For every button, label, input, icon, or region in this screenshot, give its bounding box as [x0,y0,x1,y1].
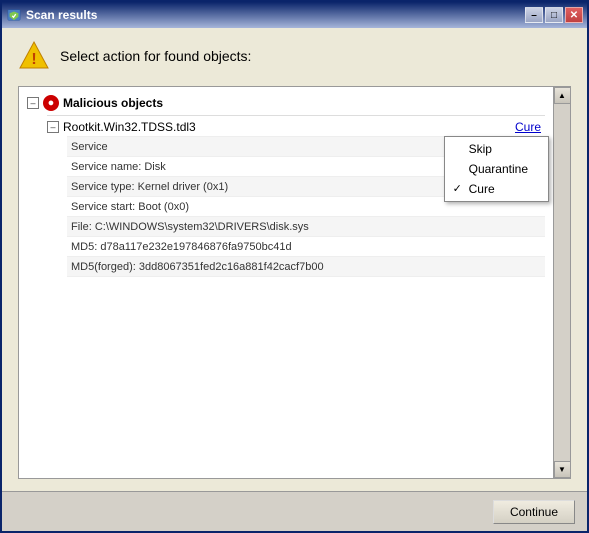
scroll-down-button[interactable]: ▼ [554,461,571,478]
maximize-button[interactable]: □ [545,7,563,23]
context-menu: Skip Quarantine Cure [444,136,549,202]
scroll-up-button[interactable]: ▲ [554,87,571,104]
header-row: ! Select action for found objects: [18,40,571,72]
content-area: ! Select action for found objects: – ● M… [2,28,587,491]
prop-label-md5-forged: MD5(forged): 3dd8067351fed2c16a881f42cac… [71,261,324,273]
window-title: Scan results [26,8,521,22]
scrollbar: ▲ ▼ [553,87,570,478]
section-label-malicious: Malicious objects [63,96,163,110]
threat-item: – Rootkit.Win32.TDSS.tdl3 Cure Skip Quar… [47,115,545,279]
prop-label-service: Service [71,141,131,153]
warning-icon: ! [18,40,50,72]
minimize-button[interactable]: – [525,7,543,23]
cure-link[interactable]: Cure [515,120,541,134]
prop-label-file: File: C:\WINDOWS\system32\DRIVERS\disk.s… [71,221,309,233]
main-window: Scan results – □ ✕ ! Select action for f… [0,0,589,533]
collapse-button-malicious[interactable]: – [27,97,39,109]
menu-item-skip[interactable]: Skip [445,139,548,159]
app-icon [6,7,22,23]
prop-label-md5: MD5: d78a117e232e197846876fa9750bc41d [71,241,292,253]
threat-header: – Rootkit.Win32.TDSS.tdl3 Cure Skip Quar… [47,118,545,136]
prop-label-service-start: Service start: Boot (0x0) [71,201,189,213]
collapse-button-threat[interactable]: – [47,121,59,133]
page-title: Select action for found objects: [60,48,251,64]
prop-label-service-type: Service type: Kernel driver (0x1) [71,181,228,193]
continue-button[interactable]: Continue [493,500,575,524]
menu-item-cure[interactable]: Cure [445,179,548,199]
close-button[interactable]: ✕ [565,7,583,23]
results-panel: – ● Malicious objects – Rootkit.Win32.TD… [18,86,571,479]
threat-name: Rootkit.Win32.TDSS.tdl3 [63,120,511,134]
prop-label-service-name: Service name: Disk [71,161,166,173]
malicious-icon: ● [43,95,59,111]
scroll-track[interactable] [554,104,570,461]
prop-md5-forged: MD5(forged): 3dd8067351fed2c16a881f42cac… [67,257,545,277]
section-header-malicious: – ● Malicious objects [27,93,545,113]
menu-item-quarantine[interactable]: Quarantine [445,159,548,179]
prop-md5: MD5: d78a117e232e197846876fa9750bc41d [67,237,545,257]
title-bar: Scan results – □ ✕ [2,2,587,28]
title-buttons: – □ ✕ [525,7,583,23]
panel-content: – ● Malicious objects – Rootkit.Win32.TD… [19,87,553,285]
svg-text:!: ! [31,51,36,68]
footer: Continue [2,491,587,531]
prop-file: File: C:\WINDOWS\system32\DRIVERS\disk.s… [67,217,545,237]
